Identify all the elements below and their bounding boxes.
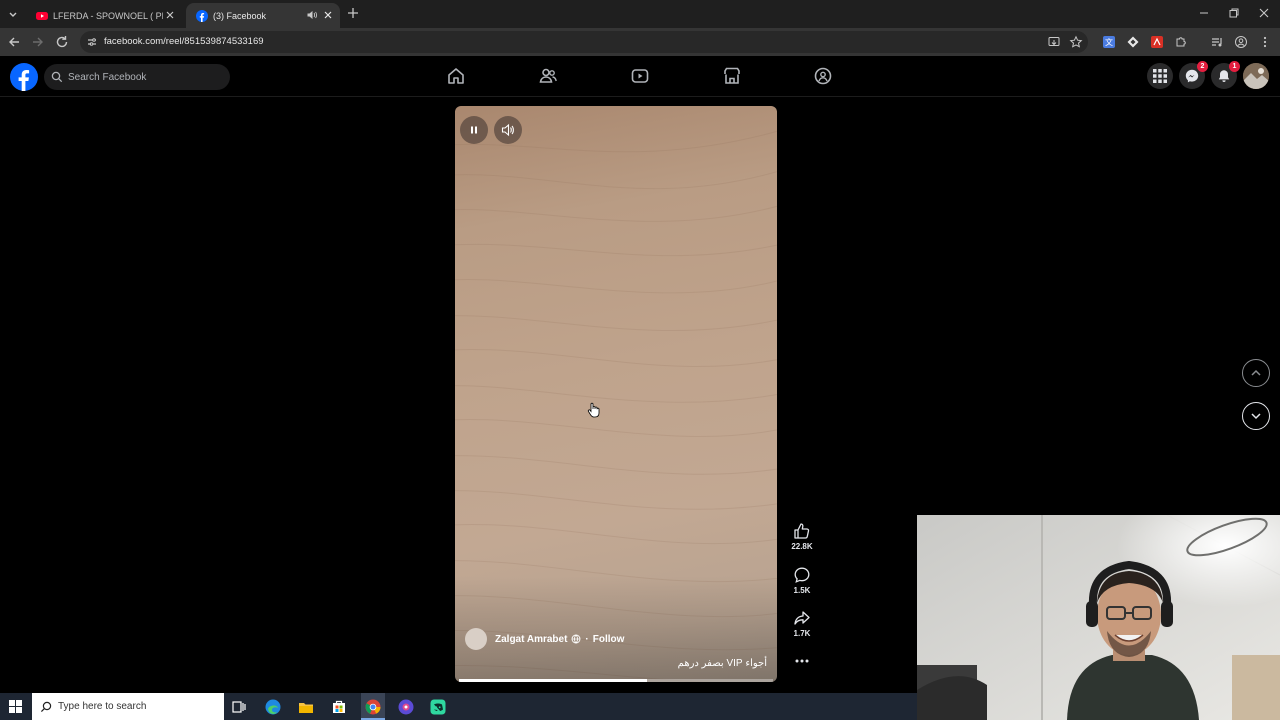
like-count: 22.8K [791, 542, 813, 551]
pause-button[interactable] [460, 116, 488, 144]
windows-taskbar [0, 693, 917, 720]
pdf-extension-icon[interactable] [1150, 35, 1164, 49]
groups-icon[interactable] [813, 66, 833, 86]
browser-menu-icon[interactable] [1258, 35, 1272, 49]
globe-icon [571, 634, 581, 644]
author-avatar[interactable] [465, 628, 487, 650]
notifications-badge: 1 [1229, 61, 1240, 72]
comment-count: 1.5K [793, 586, 811, 595]
close-tab-icon[interactable] [164, 9, 176, 21]
close-window-icon[interactable] [1257, 6, 1271, 20]
edge-icon[interactable] [264, 698, 282, 716]
share-icon [794, 611, 810, 625]
share-count: 1.7K [793, 629, 811, 638]
extension-diamond-icon[interactable] [1126, 35, 1140, 49]
browser-tab-youtube[interactable]: LFERDA - SPOWNOEL ( PROD BY ... [26, 3, 182, 28]
previous-reel-button[interactable] [1242, 359, 1270, 387]
grid-menu-icon [1153, 69, 1167, 83]
notifications-button[interactable]: 1 [1211, 61, 1240, 89]
chrome-icon[interactable] [364, 698, 382, 716]
wood-grain-texture [455, 130, 777, 682]
messenger-badge: 2 [1197, 61, 1208, 72]
minimize-icon[interactable] [1197, 6, 1211, 20]
svg-text:文: 文 [1105, 37, 1113, 47]
messenger-icon [1185, 69, 1199, 83]
restore-icon[interactable] [1227, 6, 1241, 20]
webcam-person-image [917, 515, 1280, 720]
reel-author: Zalgat Amrabet · Follow [465, 628, 624, 650]
extensions-puzzle-icon[interactable] [1174, 35, 1188, 49]
video-progress-fill [459, 679, 648, 682]
account-avatar[interactable] [1243, 63, 1269, 89]
taskbar-search[interactable] [32, 693, 224, 720]
taskbar-search-input[interactable] [58, 701, 208, 712]
video-progress-bar[interactable] [459, 679, 773, 682]
next-reel-button[interactable] [1242, 402, 1270, 430]
profile-icon[interactable] [1234, 35, 1248, 49]
new-tab-icon[interactable] [346, 6, 360, 20]
volume-icon [501, 123, 514, 137]
reload-icon[interactable] [54, 34, 70, 50]
hand-cursor-icon [587, 402, 600, 418]
tab-search-chevron-icon[interactable] [4, 5, 22, 23]
more-options-icon[interactable] [794, 655, 810, 667]
url-text: facebook.com/reel/851539874533169 [104, 36, 264, 47]
translate-extension-icon[interactable]: 文 [1102, 35, 1116, 49]
pause-icon [471, 126, 477, 134]
forward-icon[interactable] [30, 34, 46, 50]
facebook-header: 2 1 [0, 56, 1280, 97]
site-info-icon[interactable] [86, 36, 98, 48]
close-tab-icon[interactable] [322, 9, 334, 21]
volume-button[interactable] [494, 116, 522, 144]
task-view-icon[interactable] [230, 698, 248, 716]
browser-tab-strip: LFERDA - SPOWNOEL ( PROD BY ... (3) Face… [0, 0, 1280, 28]
home-icon[interactable] [446, 66, 466, 86]
tab-title: LFERDA - SPOWNOEL ( PROD BY ... [53, 10, 163, 21]
file-explorer-icon[interactable] [297, 698, 315, 716]
comment-action[interactable]: 1.5K [789, 566, 815, 595]
messenger-button[interactable]: 2 [1179, 61, 1208, 89]
friends-icon[interactable] [538, 66, 558, 86]
chevron-down-icon [1251, 413, 1261, 420]
search-icon [51, 71, 63, 83]
watch-icon[interactable] [630, 66, 650, 86]
facebook-search[interactable] [44, 64, 230, 90]
follow-link[interactable]: Follow [593, 634, 625, 645]
facebook-search-input[interactable] [68, 71, 218, 83]
back-icon[interactable] [6, 34, 22, 50]
media-control-icon[interactable] [1210, 35, 1224, 49]
browser-toolbar: facebook.com/reel/851539874533169 文 [0, 28, 1280, 56]
comment-icon [794, 567, 810, 583]
marketplace-icon[interactable] [722, 66, 742, 86]
bell-icon [1218, 70, 1230, 82]
reel-caption: أجواء VIP بصفر درهم [677, 658, 767, 669]
facebook-logo-icon[interactable] [10, 63, 38, 91]
store-icon[interactable] [330, 698, 348, 716]
install-app-icon[interactable] [1047, 35, 1061, 49]
windows-start-icon[interactable] [9, 700, 22, 713]
app-icon[interactable] [397, 698, 415, 716]
separator-dot: · [585, 633, 589, 645]
search-icon [40, 701, 52, 712]
browser-tab-facebook[interactable]: (3) Facebook [186, 3, 340, 28]
author-name[interactable]: Zalgat Amrabet [495, 634, 567, 645]
tab-title: (3) Facebook [213, 10, 267, 21]
webcam-overlay [917, 515, 1280, 720]
speaker-icon[interactable] [306, 9, 318, 21]
share-action[interactable]: 1.7K [789, 609, 815, 638]
reel-video[interactable]: Zalgat Amrabet · Follow أجواء VIP بصفر د… [455, 106, 777, 682]
youtube-icon [36, 11, 48, 20]
discord-icon[interactable] [429, 698, 447, 716]
chevron-up-icon [1251, 369, 1261, 376]
facebook-icon [196, 9, 208, 22]
bookmark-star-icon[interactable] [1069, 35, 1083, 49]
like-icon [794, 523, 810, 539]
address-bar[interactable]: facebook.com/reel/851539874533169 [80, 31, 1088, 53]
like-action[interactable]: 22.8K [789, 522, 815, 551]
menu-button[interactable] [1147, 63, 1173, 89]
